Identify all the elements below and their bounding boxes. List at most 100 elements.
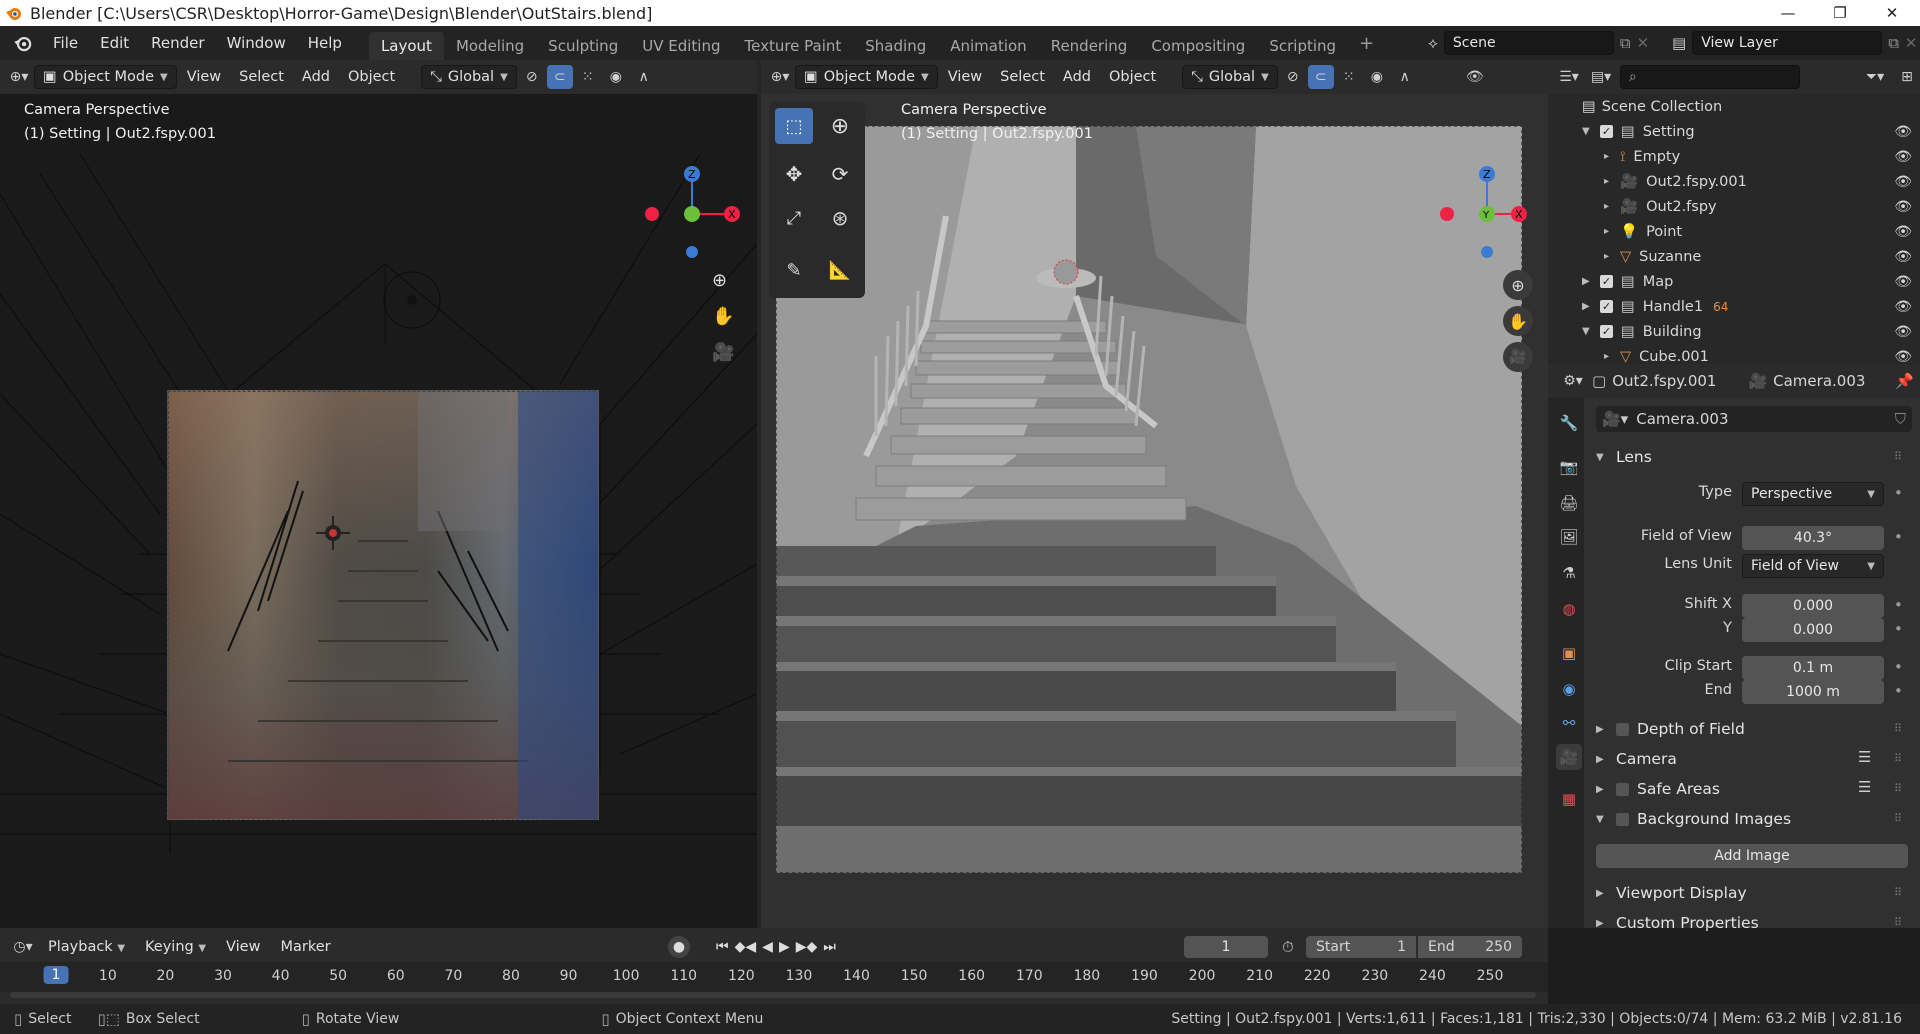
end-frame-field[interactable]: End 250 — [1418, 936, 1522, 958]
outliner-item[interactable]: ▼ ✓ ▤ Building 👁 — [1552, 319, 1920, 344]
pivot-icon[interactable]: ⊘ — [519, 65, 545, 89]
measure-tool-icon[interactable]: 📐 — [821, 252, 859, 288]
view-layer-remove-icon[interactable]: ✕ — [1905, 34, 1918, 52]
left-menu-view[interactable]: View — [179, 66, 229, 88]
scene-new-icon[interactable]: ⧉ — [1620, 34, 1631, 52]
tab-rendering[interactable]: Rendering — [1039, 32, 1140, 60]
right-axis-gizmo[interactable]: Z X Y — [1431, 160, 1531, 260]
visibility-eye-icon[interactable]: 👁 — [1894, 199, 1912, 215]
camera-datablock-field[interactable]: 🎥▾ Camera.003 ⛉ — [1596, 406, 1912, 432]
constraints-tab-icon[interactable]: ⚯ — [1556, 710, 1582, 736]
timeline-scrollbar[interactable] — [10, 992, 1536, 998]
falloff-icon-right[interactable]: ∧ — [1392, 65, 1418, 89]
current-frame-field[interactable]: 1 — [1184, 936, 1268, 958]
safe-areas-checkbox[interactable] — [1616, 782, 1629, 796]
visibility-eye-icon[interactable]: 👁 — [1894, 124, 1912, 140]
new-collection-icon[interactable]: ⊞ — [1894, 65, 1920, 89]
visibility-eye-icon[interactable]: 👁 — [1894, 299, 1912, 315]
exclude-checkbox[interactable]: ✓ — [1600, 275, 1613, 288]
background-images-checkbox[interactable] — [1616, 812, 1629, 826]
record-icon[interactable]: ● — [668, 936, 690, 958]
outliner-item[interactable]: ▼ ✓ ▤ Setting 👁 — [1552, 119, 1920, 144]
dof-section-header[interactable]: ▶ Depth of Field — [1596, 714, 1745, 744]
texture-tab-icon[interactable]: ▦ — [1556, 786, 1582, 812]
right-menu-select[interactable]: Select — [992, 66, 1053, 88]
play-icon[interactable]: ▶ — [779, 939, 790, 955]
tab-sculpting[interactable]: Sculpting — [536, 32, 630, 60]
drag-handle-icon[interactable]: ⠿ — [1894, 722, 1902, 735]
tab-scripting[interactable]: Scripting — [1257, 32, 1348, 60]
select-box-tool-icon[interactable]: ⬚ — [775, 108, 813, 144]
expand-toggle-icon[interactable]: ▼ — [1582, 326, 1594, 337]
exclude-checkbox[interactable]: ✓ — [1600, 325, 1613, 338]
exclude-checkbox[interactable]: ✓ — [1600, 300, 1613, 313]
visibility-eye-icon[interactable]: 👁 — [1894, 249, 1912, 265]
camera-data-tab-icon[interactable]: 🎥 — [1556, 744, 1582, 770]
expand-toggle-icon[interactable]: ▸ — [1604, 226, 1616, 237]
add-workspace-button[interactable]: + — [1348, 33, 1385, 54]
expand-toggle-icon[interactable]: ▼ — [1582, 126, 1594, 137]
expand-toggle-icon[interactable]: ▸ — [1604, 176, 1616, 187]
outliner-item[interactable]: ▸ ⟟ Empty 👁 — [1552, 144, 1920, 169]
outliner-search-input[interactable]: ⌕ — [1620, 65, 1800, 89]
move-tool-icon[interactable]: ✥ — [775, 156, 813, 192]
keyframe-dot[interactable]: • — [1894, 682, 1903, 700]
menu-help[interactable]: Help — [297, 34, 353, 52]
right-menu-view[interactable]: View — [940, 66, 990, 88]
scene-tab-icon[interactable]: ⚗ — [1556, 560, 1582, 586]
tab-layout[interactable]: Layout — [368, 32, 444, 60]
keyframe-dot[interactable]: • — [1894, 596, 1903, 614]
output-tab-icon[interactable]: 🖨 — [1556, 490, 1582, 516]
custom-properties-section-header[interactable]: ▶ Custom Properties — [1596, 908, 1759, 938]
expand-toggle-icon[interactable]: ▸ — [1604, 251, 1616, 262]
view-layer-new-icon[interactable]: ⧉ — [1888, 34, 1899, 52]
viewport-display-section-header[interactable]: ▶ Viewport Display — [1596, 878, 1747, 908]
drag-handle-icon[interactable]: ⠿ — [1894, 916, 1902, 929]
dof-checkbox[interactable] — [1616, 722, 1629, 736]
jump-start-icon[interactable]: ⏮ — [716, 939, 729, 955]
visibility-icon[interactable]: 👁 — [1462, 65, 1488, 89]
visibility-eye-icon[interactable]: 👁 — [1894, 349, 1912, 365]
left-axis-gizmo[interactable]: Z X — [640, 160, 740, 260]
safe-areas-section-header[interactable]: ▶ Safe Areas — [1596, 774, 1720, 804]
clip-end-field[interactable]: 1000 m — [1742, 680, 1884, 704]
right-viewport[interactable]: ⊕▾ ▣ Object Mode ▼ View Select Add Object … — [761, 60, 1548, 928]
timeline-menu-view[interactable]: View — [218, 936, 268, 958]
right-menu-object[interactable]: Object — [1101, 66, 1164, 88]
tool-tab-icon[interactable]: 🔧 — [1556, 410, 1582, 436]
drag-handle-icon[interactable]: ⠿ — [1894, 450, 1902, 463]
tab-animation[interactable]: Animation — [938, 32, 1038, 60]
outliner-item[interactable]: ▸ 🎥 Out2.fspy.001 👁 — [1552, 169, 1920, 194]
editor-type-icon[interactable]: ⊕▾ — [6, 65, 32, 89]
timeline-editor-icon[interactable]: ◷▾ — [10, 935, 36, 959]
scene-remove-icon[interactable]: ✕ — [1637, 34, 1650, 52]
visibility-eye-icon[interactable]: 👁 — [1894, 174, 1912, 190]
tab-uv-editing[interactable]: UV Editing — [630, 32, 732, 60]
display-mode-icon[interactable]: ▤▾ — [1588, 65, 1614, 89]
proportional-icon-right[interactable]: ◉ — [1364, 65, 1390, 89]
play-reverse-icon[interactable]: ◀ — [762, 939, 773, 955]
outliner-item[interactable]: ▸ 💡 Point 👁 — [1552, 219, 1920, 244]
add-image-button[interactable]: Add Image — [1596, 844, 1908, 868]
scene-selector[interactable]: Scene — [1443, 31, 1614, 55]
snap-icon[interactable]: ⊂ — [546, 65, 573, 89]
left-orientation-dropdown[interactable]: ⤡ Global ▼ — [421, 65, 517, 89]
outliner-item[interactable]: ▸ 🎥 Out2.fspy 👁 — [1552, 194, 1920, 219]
drag-handle-icon[interactable]: ⠿ — [1894, 812, 1902, 825]
tab-shading[interactable]: Shading — [853, 32, 938, 60]
cursor-tool-icon[interactable]: ⊕ — [821, 108, 859, 144]
drag-handle-icon[interactable]: ⠿ — [1894, 752, 1902, 765]
pan-hand-icon-right[interactable]: ✋ — [1503, 306, 1533, 336]
outliner-editor-icon[interactable]: ☰▾ — [1556, 65, 1582, 89]
fov-field[interactable]: 40.3° — [1742, 526, 1884, 550]
view-layer-selector[interactable]: View Layer — [1692, 31, 1883, 55]
left-menu-select[interactable]: Select — [231, 66, 292, 88]
timeline-menu-playback[interactable]: Playback ▼ — [40, 936, 133, 958]
shift-y-field[interactable]: 0.000 — [1742, 618, 1884, 642]
physics-tab-icon[interactable]: ◉ — [1556, 676, 1582, 702]
camera-section-header[interactable]: ▶ Camera — [1596, 744, 1677, 774]
outliner-item[interactable]: ▸ ▽ Suzanne 👁 — [1552, 244, 1920, 269]
expand-toggle-icon[interactable]: ▸ — [1604, 151, 1616, 162]
snap-grid-icon-right[interactable]: ⁙ — [1336, 65, 1362, 89]
proportional-icon[interactable]: ◉ — [603, 65, 629, 89]
